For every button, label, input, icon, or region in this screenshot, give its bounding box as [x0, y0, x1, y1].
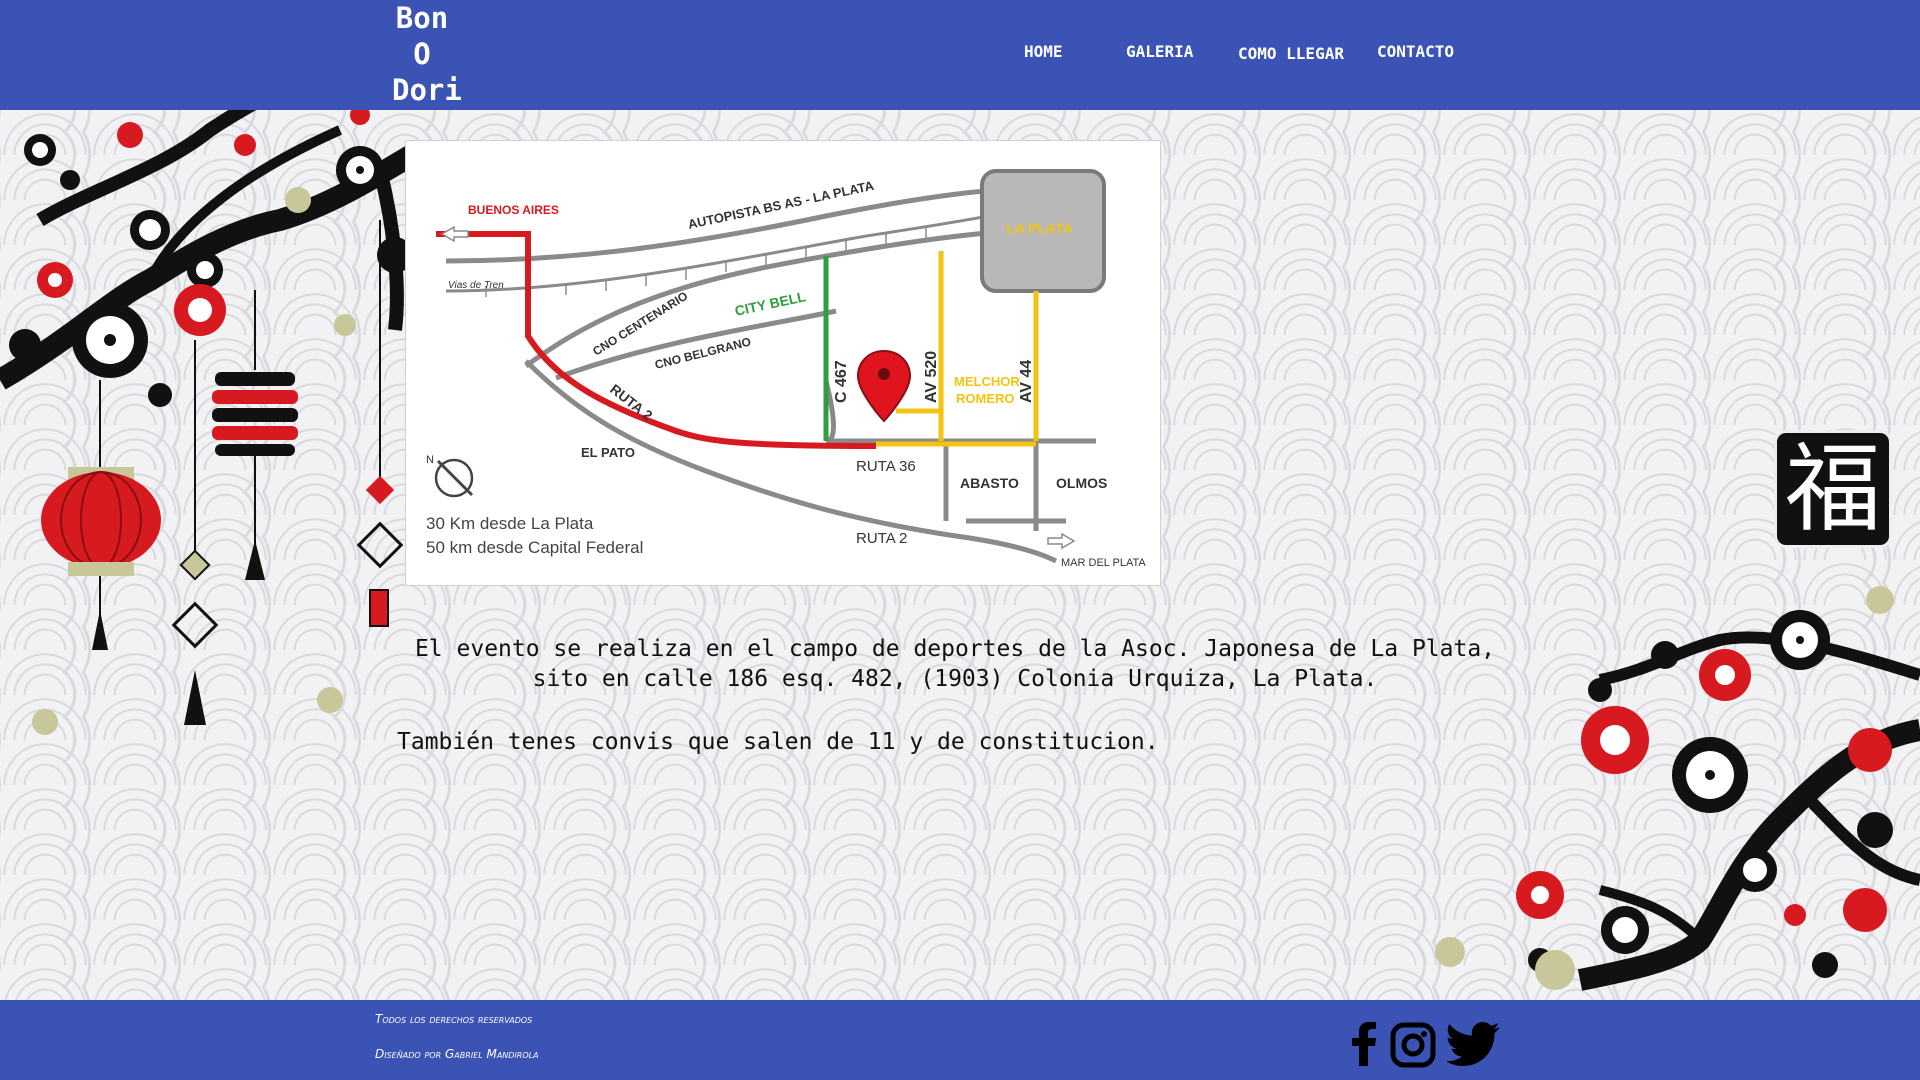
fuku-badge-icon: 福 [1774, 430, 1892, 548]
map-label-la-plata: LA PLATA [1006, 220, 1073, 236]
map-label-olmos: OLMOS [1056, 475, 1107, 491]
event-location-text: El evento se realiza en el campo de depo… [330, 634, 1580, 694]
nav-como-llegar-link[interactable]: COMO LLEGAR [1238, 44, 1344, 63]
instagram-icon [1390, 1022, 1436, 1068]
map-label-distance-la-plata: 30 Km desde La Plata [426, 514, 594, 533]
footer-rights-text: Todos los derechos reservados [375, 1012, 533, 1026]
logo-line-1: Bon [395, 1, 449, 35]
directions-map: BUENOS AIRES AUTOPISTA BS AS - LA PLATA … [405, 140, 1161, 586]
site-header: Bon O Dori HOME GALERIA COMO LLEGAR CONT… [0, 0, 1920, 110]
map-label-city-bell: CITY BELL [733, 288, 807, 319]
map-label-romero: ROMERO [956, 391, 1015, 406]
nav-contacto-link[interactable]: CONTACTO [1377, 42, 1454, 61]
event-text-line-2: sito en calle 186 esq. 482, (1903) Colon… [532, 666, 1378, 692]
footer-designer-text: Diseñado por Gabriel Mandirola [375, 1047, 539, 1061]
map-label-el-pato: EL PATO [581, 445, 635, 460]
facebook-icon [1352, 1022, 1376, 1066]
nav-galeria-link[interactable]: GALERIA [1126, 42, 1193, 61]
twitter-link[interactable] [1446, 1022, 1500, 1066]
map-label-buenos-aires: BUENOS AIRES [468, 203, 559, 217]
facebook-link[interactable] [1350, 1022, 1378, 1066]
map-label-cno-belgrano: CNO BELGRANO [653, 334, 752, 371]
map-label-vias: Vias de Tren [448, 280, 504, 291]
event-text-line-1: El evento se realiza en el campo de depo… [414, 636, 1496, 662]
logo-line-2: O [413, 37, 431, 71]
instagram-link[interactable] [1390, 1022, 1436, 1068]
map-label-ruta36: RUTA 36 [856, 458, 916, 475]
site-footer: Todos los derechos reservados Diseñado p… [0, 1000, 1920, 1080]
logo-line-3: Dori [392, 73, 462, 107]
map-label-mar-del-plata: MAR DEL PLATA [1061, 557, 1146, 569]
map-label-melchor: MELCHOR [954, 374, 1020, 389]
map-label-north: N [426, 454, 434, 466]
twitter-icon [1446, 1022, 1500, 1066]
map-label-av44: AV 44 [1018, 360, 1035, 403]
map-label-ruta2-diag: RUTA 2 [607, 381, 656, 424]
map-label-av520: AV 520 [923, 351, 940, 403]
page-main: BUENOS AIRES AUTOPISTA BS AS - LA PLATA … [0, 110, 1920, 1000]
map-label-ruta2: RUTA 2 [856, 530, 907, 547]
site-logo[interactable]: Bon O Dori [392, 0, 462, 108]
map-label-cno-centenario: CNO CENTENARIO [590, 289, 690, 359]
map-label-c467: C 467 [833, 360, 850, 403]
convis-text: También tenes convis que salen de 11 y d… [397, 729, 1159, 755]
map-label-distance-capital: 50 km desde Capital Federal [426, 538, 643, 557]
map-label-abasto: ABASTO [960, 475, 1019, 491]
nav-home-link[interactable]: HOME [1024, 42, 1063, 61]
